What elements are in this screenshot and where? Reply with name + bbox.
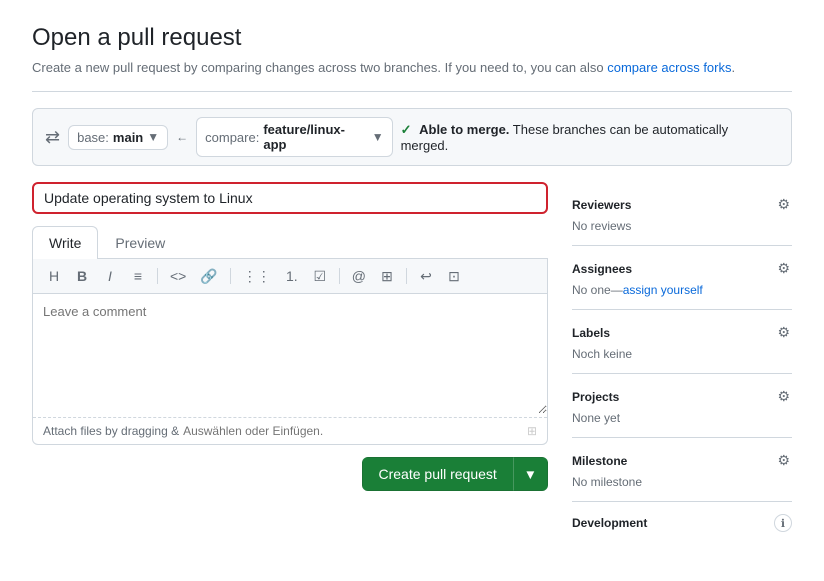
undo-button[interactable]: ↩ (415, 265, 437, 287)
heading-button[interactable]: H (43, 265, 65, 287)
sidebar-projects: Projects ⚙ None yet (572, 374, 792, 438)
development-info-button[interactable]: ℹ (774, 514, 792, 532)
unordered-list-button[interactable]: ⋮⋮ (239, 265, 275, 287)
assignees-value: No one—assign yourself (572, 283, 792, 297)
right-panel: Reviewers ⚙ No reviews Assignees ⚙ No on… (572, 182, 792, 548)
bold-button[interactable]: B (71, 265, 93, 287)
main-layout: Write Preview H B I ≡ <> 🔗 ⋮⋮ 1. ☑ (32, 182, 792, 548)
tab-preview[interactable]: Preview (98, 226, 182, 259)
labels-gear-button[interactable]: ⚙ (775, 322, 792, 343)
toolbar-divider-4 (406, 268, 407, 284)
base-chevron-icon: ▼ (147, 130, 159, 144)
link-button[interactable]: 🔗 (196, 265, 221, 287)
branch-arrow-icon: ← (176, 130, 188, 144)
editor-tabs: Write Preview (32, 226, 548, 259)
milestone-gear-button[interactable]: ⚙ (775, 450, 792, 471)
fullscreen-button[interactable]: ⊡ (443, 265, 465, 287)
compare-label: compare: (205, 130, 259, 145)
list-alt-button[interactable]: ≡ (127, 265, 149, 287)
merge-check-icon: ✓ (401, 122, 412, 137)
page-subtitle: Create a new pull request by comparing c… (32, 60, 792, 75)
page-title: Open a pull request (32, 24, 792, 52)
reviewers-title: Reviewers (572, 198, 631, 212)
assignees-gear-button[interactable]: ⚙ (775, 258, 792, 279)
projects-gear-button[interactable]: ⚙ (775, 386, 792, 407)
attach-text: Attach files by dragging & (43, 424, 338, 438)
ordered-list-button[interactable]: 1. (281, 265, 303, 287)
branch-bar: ⇄ base: main ▼ ← compare: feature/linux-… (32, 108, 792, 166)
reference-button[interactable]: ⊞ (376, 265, 398, 287)
create-pull-request-dropdown-button[interactable]: ▼ (514, 457, 548, 491)
base-branch-select[interactable]: base: main ▼ (68, 125, 168, 150)
create-btn-group: Create pull request ▼ (362, 457, 549, 491)
milestone-title: Milestone (572, 454, 627, 468)
base-label: base: (77, 130, 109, 145)
toolbar-divider-1 (157, 268, 158, 284)
comment-textarea[interactable] (33, 294, 547, 414)
labels-header: Labels ⚙ (572, 322, 792, 343)
editor-toolbar: H B I ≡ <> 🔗 ⋮⋮ 1. ☑ @ ⊞ ↩ ⊡ (33, 259, 547, 294)
create-btn-container: Create pull request ▼ (32, 457, 548, 491)
milestone-value: No milestone (572, 475, 792, 489)
resize-handle-icon: ⊞ (527, 424, 537, 438)
mention-button[interactable]: @ (348, 265, 370, 287)
projects-header: Projects ⚙ (572, 386, 792, 407)
create-pull-request-button[interactable]: Create pull request (362, 457, 514, 491)
toolbar-divider-2 (230, 268, 231, 284)
development-header: Development ℹ (572, 514, 792, 532)
sidebar-assignees: Assignees ⚙ No one—assign yourself (572, 246, 792, 310)
toolbar-divider-3 (339, 268, 340, 284)
dropdown-arrow-icon: ▼ (524, 467, 537, 482)
labels-value: Noch keine (572, 347, 792, 361)
compare-chevron-icon: ▼ (372, 130, 384, 144)
sync-icon: ⇄ (45, 127, 60, 148)
sidebar-development: Development ℹ (572, 502, 792, 548)
compare-branch-select[interactable]: compare: feature/linux-app ▼ (196, 117, 392, 157)
sidebar-milestone: Milestone ⚙ No milestone (572, 438, 792, 502)
assign-yourself-link[interactable]: assign yourself (623, 283, 703, 297)
code-button[interactable]: <> (166, 265, 190, 287)
sidebar-labels: Labels ⚙ Noch keine (572, 310, 792, 374)
pr-title-input[interactable] (32, 182, 548, 214)
milestone-header: Milestone ⚙ (572, 450, 792, 471)
branch-bar-left: ⇄ base: main ▼ ← compare: feature/linux-… (45, 117, 393, 157)
tab-write[interactable]: Write (32, 226, 98, 259)
development-title: Development (572, 516, 647, 530)
left-panel: Write Preview H B I ≡ <> 🔗 ⋮⋮ 1. ☑ (32, 182, 548, 548)
merge-status-bold: Able to merge. (419, 122, 509, 137)
editor-area: H B I ≡ <> 🔗 ⋮⋮ 1. ☑ @ ⊞ ↩ ⊡ (32, 259, 548, 445)
assignees-title: Assignees (572, 262, 632, 276)
projects-title: Projects (572, 390, 619, 404)
italic-button[interactable]: I (99, 265, 121, 287)
labels-title: Labels (572, 326, 610, 340)
reviewers-gear-button[interactable]: ⚙ (775, 194, 792, 215)
sidebar-reviewers: Reviewers ⚙ No reviews (572, 182, 792, 246)
base-branch-value: main (113, 130, 143, 145)
divider (32, 91, 792, 92)
assignees-header: Assignees ⚙ (572, 258, 792, 279)
projects-value: None yet (572, 411, 792, 425)
reviewers-value: No reviews (572, 219, 792, 233)
attach-bar: Attach files by dragging & ⊞ (33, 417, 547, 444)
reviewers-header: Reviewers ⚙ (572, 194, 792, 215)
compare-forks-link[interactable]: compare across forks (607, 60, 731, 75)
merge-status: ✓ Able to merge. These branches can be a… (401, 122, 779, 153)
compare-branch-value: feature/linux-app (263, 122, 367, 152)
task-list-button[interactable]: ☑ (309, 265, 331, 287)
attach-file-input[interactable] (183, 424, 338, 438)
